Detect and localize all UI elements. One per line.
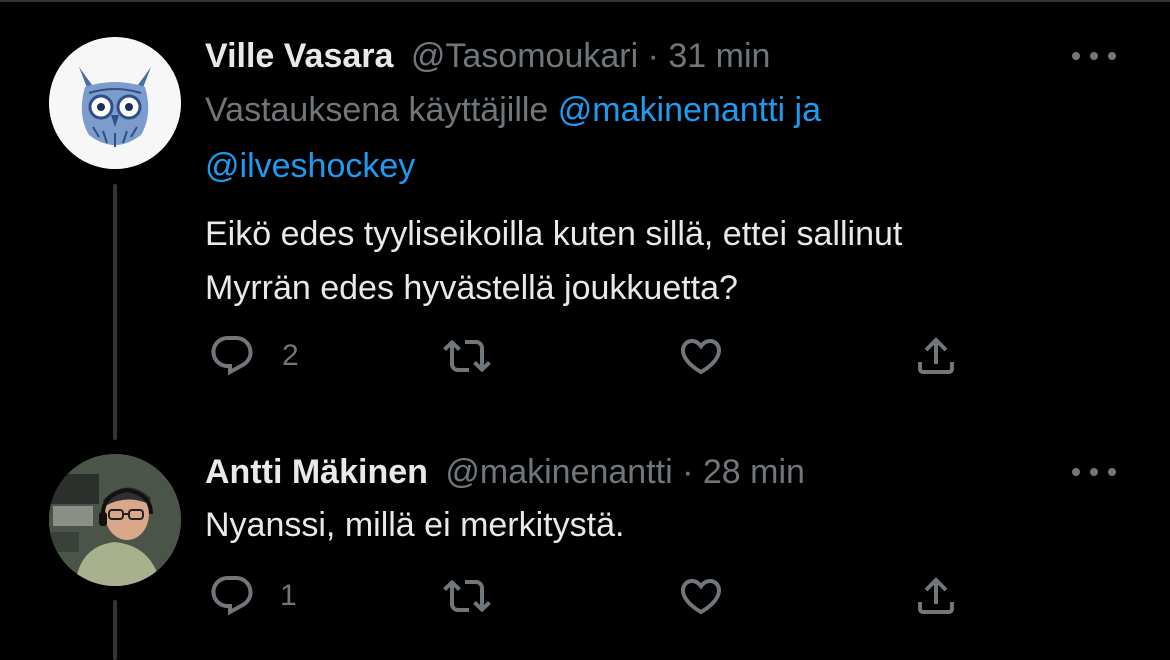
tweet-1[interactable]: Ville Vasara @Tasomoukari · 31 min Vasta… xyxy=(0,0,1170,450)
replying-to: Vastauksena käyttäjille @makinenantti ja… xyxy=(205,82,965,194)
more-icon[interactable] xyxy=(1072,466,1116,478)
author-handle[interactable]: @makinenantti xyxy=(445,453,672,491)
author-handle[interactable]: @Tasomoukari xyxy=(411,37,638,75)
like-button[interactable] xyxy=(677,332,725,380)
reply-icon xyxy=(211,336,253,376)
heart-icon xyxy=(680,339,722,375)
thread-line-2 xyxy=(113,600,117,660)
tweet-text: Eikö edes tyyliseikoilla kuten sillä, et… xyxy=(205,207,1105,315)
reply-button[interactable]: 2 xyxy=(208,332,299,380)
avatar-antti[interactable] xyxy=(49,454,181,586)
retweet-button[interactable] xyxy=(443,332,491,380)
author-name[interactable]: Ville Vasara xyxy=(205,37,393,75)
share-icon xyxy=(918,337,954,374)
avatar-owl[interactable] xyxy=(49,37,181,169)
tweet-header: Antti Mäkinen @makinenantti · 28 min xyxy=(205,452,805,492)
tweet-text: Nyanssi, millä ei merkitystä. xyxy=(205,498,1105,552)
like-button[interactable] xyxy=(677,572,725,620)
separator-dot: · xyxy=(647,37,659,75)
person-avatar-image xyxy=(49,454,181,586)
tweet-2[interactable]: Antti Mäkinen @makinenantti · 28 min Nya… xyxy=(0,450,1170,660)
separator-dot: · xyxy=(682,453,694,491)
reply-icon xyxy=(211,576,253,616)
more-icon[interactable] xyxy=(1072,50,1116,62)
reply-count: 2 xyxy=(282,339,299,372)
retweet-button[interactable] xyxy=(443,572,491,620)
tweet-header: Ville Vasara @Tasomoukari · 31 min xyxy=(205,36,770,76)
reply-conjunction: ja xyxy=(794,91,822,129)
share-button[interactable] xyxy=(912,332,960,380)
retweet-icon xyxy=(443,579,491,613)
author-name[interactable]: Antti Mäkinen xyxy=(205,453,428,491)
reply-button[interactable]: 1 xyxy=(208,572,297,620)
mention-makinenantti[interactable]: @makinenantti xyxy=(558,91,785,129)
tweet-text-line-1: Eikö edes tyyliseikoilla kuten sillä, et… xyxy=(205,215,903,253)
share-icon xyxy=(918,577,954,614)
retweet-icon xyxy=(443,339,491,373)
tweet-text-line-1: Nyanssi, millä ei merkitystä. xyxy=(205,506,625,544)
owl-avatar-image xyxy=(49,37,181,169)
thread-line xyxy=(113,184,117,440)
timestamp[interactable]: 31 min xyxy=(668,37,770,75)
reply-count: 1 xyxy=(280,579,297,612)
share-button[interactable] xyxy=(912,572,960,620)
heart-icon xyxy=(680,579,722,615)
mention-ilveshockey[interactable]: @ilveshockey xyxy=(205,147,415,185)
timestamp[interactable]: 28 min xyxy=(703,453,805,491)
reply-prefix: Vastauksena käyttäjille xyxy=(205,91,549,129)
tweet-text-line-2: Myrrän edes hyvästellä joukkuetta? xyxy=(205,269,738,307)
